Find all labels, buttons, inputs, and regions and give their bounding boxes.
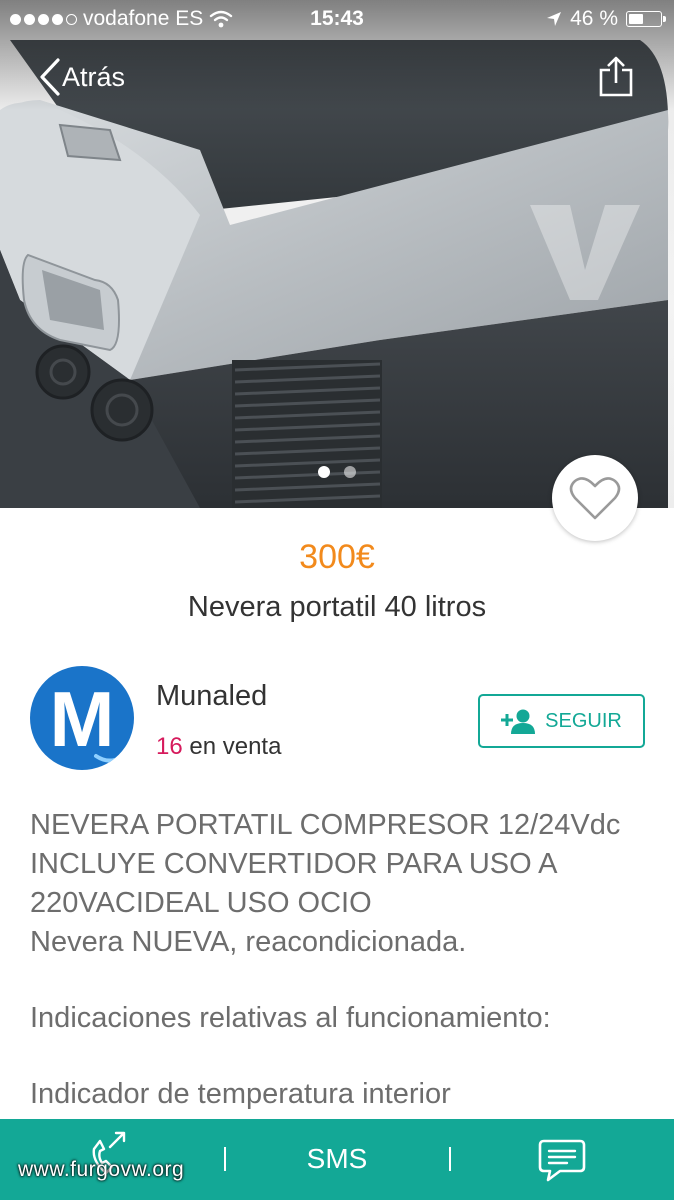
battery-level <box>629 14 643 24</box>
back-button[interactable]: Atrás <box>38 58 125 96</box>
listing-description: NEVERA PORTATIL COMPRESOR 12/24Vdc INCLU… <box>30 806 660 1114</box>
items-count-number: 16 <box>156 733 183 760</box>
description-line: Indicador de temperatura interior <box>30 1078 451 1110</box>
separator <box>224 1147 226 1171</box>
description-line: Nevera NUEVA, reacondicionada. <box>30 926 467 958</box>
heart-icon <box>569 477 621 520</box>
favorite-button[interactable] <box>552 455 638 541</box>
share-button[interactable] <box>598 56 634 103</box>
pager-dot-1[interactable] <box>318 466 330 478</box>
status-bar: vodafone ES 15:43 46 % <box>0 0 674 38</box>
pager-dot-2[interactable] <box>344 466 356 478</box>
items-count-label: en venta <box>189 733 282 760</box>
svg-text:M: M <box>50 675 115 763</box>
seller-name[interactable]: Munaled <box>156 680 267 713</box>
chat-button[interactable] <box>534 1137 590 1183</box>
chevron-left-icon <box>40 58 60 96</box>
description-line: 220VACIDEAL USO OCIO <box>30 887 372 919</box>
site-watermark: www.furgovw.org <box>18 1158 185 1181</box>
share-icon <box>599 56 633 97</box>
listing-title: Nevera portatil 40 litros <box>187 591 487 623</box>
separator <box>449 1147 451 1171</box>
battery-icon <box>626 11 666 27</box>
listing-price: 300€ <box>299 538 375 576</box>
description-line: INCLUYE CONVERTIDOR PARA USO A <box>30 848 558 880</box>
follow-button[interactable]: SEGUIR <box>478 694 645 748</box>
chat-icon <box>538 1139 586 1182</box>
location-arrow-icon <box>547 12 562 26</box>
description-line: NEVERA PORTATIL COMPRESOR 12/24Vdc <box>30 809 621 841</box>
seller-avatar-logo: M <box>50 675 122 763</box>
seller-items-count[interactable]: 16 en venta <box>156 733 281 761</box>
sms-button[interactable]: SMS <box>290 1139 384 1179</box>
add-user-icon <box>501 709 536 734</box>
back-label: Atrás <box>62 61 126 92</box>
seller-avatar[interactable]: M <box>30 666 134 770</box>
follow-label: SEGUIR <box>545 709 622 732</box>
battery-percent: 46 % <box>570 7 618 30</box>
description-line: Indicaciones relativas al funcionamiento… <box>30 1002 551 1034</box>
status-right: 46 % <box>546 7 666 31</box>
